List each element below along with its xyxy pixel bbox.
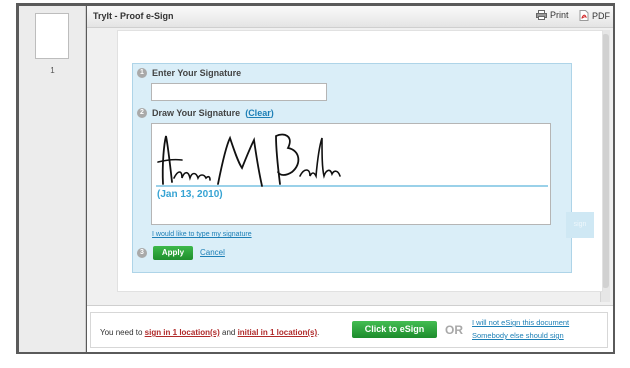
click-to-esign-button[interactable]: Click to eSign xyxy=(352,321,437,338)
clear-link[interactable]: Clear xyxy=(248,108,271,118)
hidden-sign-button: sign xyxy=(566,212,594,238)
requirements-middle: and xyxy=(219,328,238,337)
drawn-signature xyxy=(156,133,548,187)
printer-icon xyxy=(536,10,547,20)
pdf-button[interactable]: PDF xyxy=(579,10,610,21)
window-title: TryIt - Proof e-Sign xyxy=(93,11,174,21)
print-label: Print xyxy=(550,10,569,20)
page-thumbnail[interactable] xyxy=(35,13,69,59)
step-apply: 3 xyxy=(137,248,147,258)
esign-footer: You need to sign in 1 location(s) and in… xyxy=(87,305,613,352)
requirements-suffix: . xyxy=(317,328,320,337)
signature-text-input[interactable] xyxy=(151,83,327,101)
esign-footer-box: You need to sign in 1 location(s) and in… xyxy=(90,312,608,348)
scrollbar-thumb[interactable] xyxy=(602,34,609,288)
thumbnail-page-number: 1 xyxy=(50,66,55,75)
requirements-text: You need to sign in 1 location(s) and in… xyxy=(100,328,319,337)
thumbnail-sidebar: 1 xyxy=(19,6,86,352)
apply-button[interactable]: Apply xyxy=(153,246,193,260)
step-enter-signature-label: Enter Your Signature xyxy=(152,68,242,78)
signature-date: (Jan 13, 2010) xyxy=(157,189,223,200)
someone-else-sign-link[interactable]: Somebody else should sign xyxy=(472,331,564,340)
step-number-2: 2 xyxy=(137,108,147,118)
clear-close-paren: ) xyxy=(270,108,274,118)
title-bar: TryIt - Proof e-Sign Print PDF xyxy=(87,6,613,28)
type-signature-link[interactable]: I would like to type my signature xyxy=(152,231,252,238)
print-button[interactable]: Print xyxy=(536,10,569,20)
pdf-label: PDF xyxy=(592,10,610,21)
step-enter-signature: 1 Enter Your Signature xyxy=(137,68,241,78)
step-draw-signature: 2 Draw Your Signature (Clear) xyxy=(137,108,274,118)
or-label: OR xyxy=(445,323,463,337)
sign-locations-link[interactable]: sign in 1 location(s) xyxy=(145,328,220,337)
initial-locations-link[interactable]: initial in 1 location(s) xyxy=(238,328,318,337)
clear-link-wrapper: (Clear) xyxy=(245,108,274,118)
signature-draw-area[interactable]: (Jan 13, 2010) xyxy=(151,123,551,225)
will-not-esign-link[interactable]: I will not eSign this document xyxy=(472,318,569,327)
step-number-1: 1 xyxy=(137,68,147,78)
cancel-link[interactable]: Cancel xyxy=(200,248,225,257)
step-number-3: 3 xyxy=(137,248,147,258)
pdf-icon xyxy=(579,10,589,21)
requirements-prefix: You need to xyxy=(100,328,145,337)
step-draw-signature-label: Draw Your Signature xyxy=(152,108,241,118)
